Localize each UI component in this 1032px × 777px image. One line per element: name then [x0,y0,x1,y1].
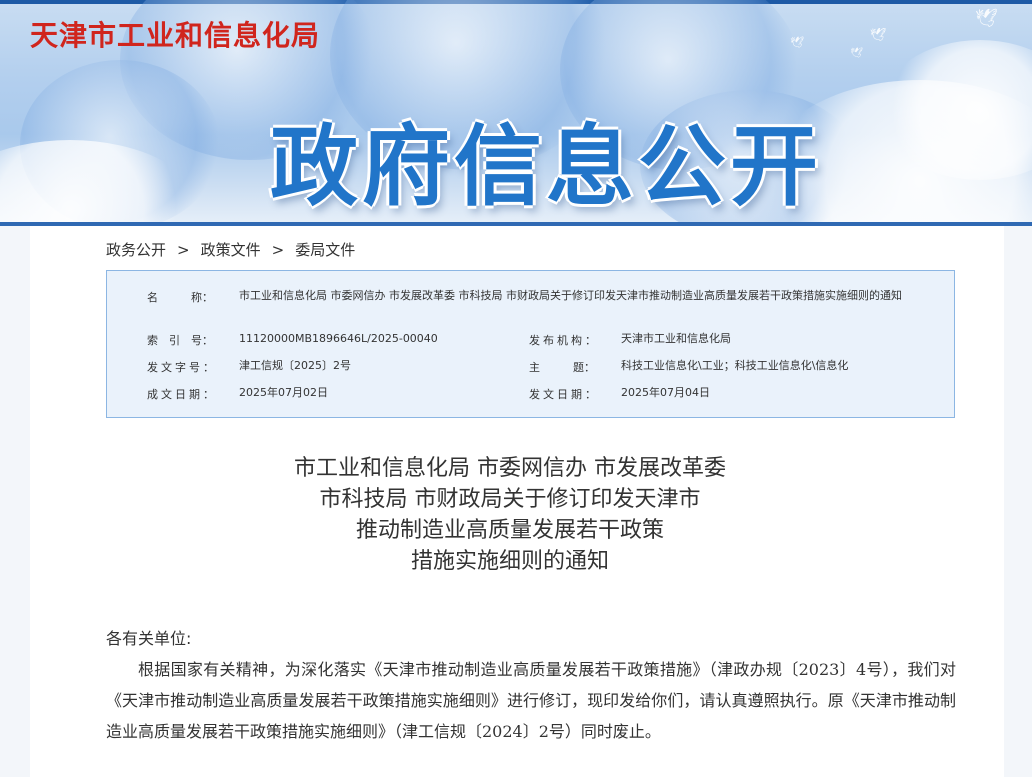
breadcrumb: 政务公开 > 政策文件 > 委局文件 [106,239,355,260]
breadcrumb-item-policy-docs[interactable]: 政策文件 [201,239,261,260]
created-date-label: 成文日期： [147,388,217,401]
bird-icon: 🕊 [870,28,887,43]
issued-date-label: 发文日期： [529,388,599,401]
document-body: 各有关单位: 根据国家有关精神，为深化落实《天津市推动制造业高质量发展若干政策措… [106,623,956,747]
publisher-label: 发布机构： [529,334,599,347]
document-info-panel: 名 称： 市工业和信息化局 市委网信办 市发展改革委 市科技局 市财政局关于修订… [106,270,955,418]
breadcrumb-separator: > [271,240,285,259]
bird-icon: 🕊 [975,8,998,29]
header-banner: 🕊 🕊 🕊 🕊 天津市工业和信息化局 政府信息公开 [0,0,1032,224]
bird-icon: 🕊 [790,36,804,49]
issued-date-value: 2025年07月04日 [621,386,710,399]
index-label: 索 引 号： [147,334,213,347]
document-title: 市工业和信息化局 市委网信办 市发展改革委 市科技局 市财政局关于修订印发天津市… [160,453,860,577]
right-margin [1004,226,1032,777]
name-value: 市工业和信息化局 市委网信办 市发展改革委 市科技局 市财政局关于修订印发天津市… [239,289,902,302]
doc-number-label: 发文字号： [147,361,217,374]
breadcrumb-separator: > [177,240,190,259]
name-label: 名 称： [147,291,213,304]
subject-label: 主 题： [529,361,595,374]
bird-icon: 🕊 [850,48,863,59]
title-line: 推动制造业高质量发展若干政策 [355,518,664,543]
title-line: 市工业和信息化局 市委网信办 市发展改革委 [294,456,726,481]
created-date-value: 2025年07月02日 [239,386,328,399]
subject-value: 科技工业信息化\工业；科技工业信息化\信息化 [621,359,849,372]
index-value: 11120000MB1896646L/2025-00040 [239,332,438,345]
site-logo-text[interactable]: 天津市工业和信息化局 [30,14,320,54]
publisher-value: 天津市工业和信息化局 [621,332,731,345]
left-margin [0,226,30,777]
breadcrumb-item-gov-affairs[interactable]: 政务公开 [106,239,166,260]
title-line: 措施实施细则的通知 [410,549,609,574]
title-line: 市科技局 市财政局关于修订印发天津市 [319,487,701,512]
banner-title: 政府信息公开 [270,115,823,218]
body-paragraph: 根据国家有关精神，为深化落实《天津市推动制造业高质量发展若干政策措施》（津政办规… [106,660,956,741]
salutation: 各有关单位: [106,629,192,648]
doc-number-value: 津工信规〔2025〕2号 [239,359,351,372]
breadcrumb-item-bureau-docs[interactable]: 委局文件 [295,239,355,260]
